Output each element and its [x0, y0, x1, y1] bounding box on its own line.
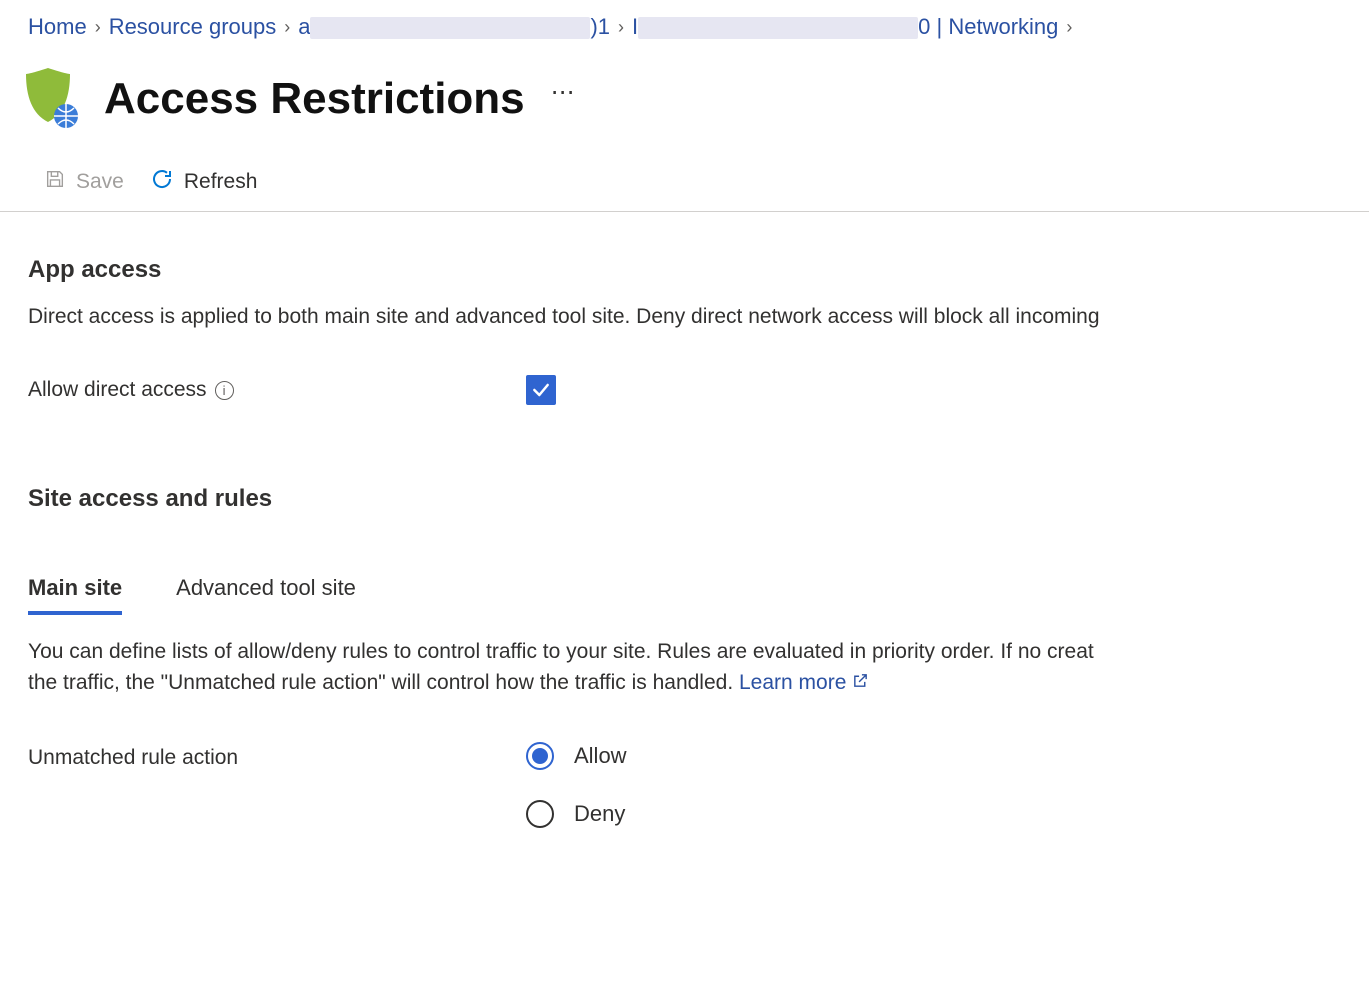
app-access-heading: App access: [28, 256, 1341, 284]
save-button: Save: [44, 168, 124, 196]
redacted-text: [638, 17, 918, 39]
redacted-text: [310, 17, 590, 39]
chevron-right-icon: ›: [618, 17, 624, 38]
external-link-icon: [852, 668, 869, 698]
radio-allow-label: Allow: [574, 743, 627, 769]
chevron-right-icon: ›: [1066, 17, 1072, 38]
unmatched-rule-label: Unmatched rule action: [28, 746, 238, 770]
info-icon[interactable]: i: [215, 381, 234, 400]
allow-direct-access-checkbox[interactable]: [526, 375, 556, 405]
refresh-icon: [150, 167, 174, 197]
learn-more-link[interactable]: Learn more: [739, 668, 869, 698]
shield-network-icon: [22, 66, 78, 131]
command-bar: Save Refresh: [0, 161, 1369, 212]
app-suffix: 0: [918, 14, 930, 39]
tab-main-site[interactable]: Main site: [28, 575, 122, 615]
rg-prefix: a: [298, 14, 310, 39]
save-icon: [44, 168, 66, 196]
unmatched-rule-row: Unmatched rule action Allow Deny: [0, 742, 1369, 828]
allow-direct-access-row: Allow direct access i: [28, 375, 1341, 405]
refresh-button[interactable]: Refresh: [150, 167, 258, 197]
page-title: Access Restrictions: [104, 74, 525, 124]
allow-direct-access-label: Allow direct access: [28, 378, 207, 402]
radio-icon: [526, 800, 554, 828]
breadcrumb: Home › Resource groups › a )1 › I0 | Netw…: [0, 0, 1369, 54]
desc-line-1: You can define lists of allow/deny rules…: [28, 637, 1341, 667]
learn-more-label: Learn more: [739, 668, 846, 698]
chevron-right-icon: ›: [95, 17, 101, 38]
page-header: Access Restrictions ⋯: [0, 54, 1369, 161]
tab-advanced-tool-site[interactable]: Advanced tool site: [176, 575, 356, 615]
breadcrumb-app-item[interactable]: I0 | Networking: [632, 14, 1058, 40]
site-access-section: Site access and rules: [0, 415, 1369, 541]
radio-deny[interactable]: Deny: [526, 800, 627, 828]
desc-line-2: the traffic, the "Unmatched rule action"…: [28, 671, 739, 694]
rg-suffix: )1: [590, 14, 610, 39]
save-label: Save: [76, 170, 124, 194]
more-menu-button[interactable]: ⋯: [551, 78, 577, 107]
site-access-description: You can define lists of allow/deny rules…: [0, 637, 1369, 698]
breadcrumb-resource-group-item[interactable]: a )1: [298, 14, 610, 40]
site-access-tabs: Main site Advanced tool site: [0, 575, 1369, 615]
app-access-description: Direct access is applied to both main si…: [28, 302, 1341, 331]
breadcrumb-home[interactable]: Home: [28, 14, 87, 40]
radio-deny-label: Deny: [574, 801, 625, 827]
chevron-right-icon: ›: [284, 17, 290, 38]
unmatched-rule-radio-group: Allow Deny: [526, 742, 627, 828]
radio-icon: [526, 742, 554, 770]
networking-suffix: | Networking: [930, 14, 1058, 39]
site-access-heading: Site access and rules: [28, 485, 1341, 513]
app-access-section: App access Direct access is applied to b…: [0, 212, 1369, 415]
breadcrumb-resource-groups[interactable]: Resource groups: [109, 14, 277, 40]
refresh-label: Refresh: [184, 170, 258, 194]
radio-allow[interactable]: Allow: [526, 742, 627, 770]
